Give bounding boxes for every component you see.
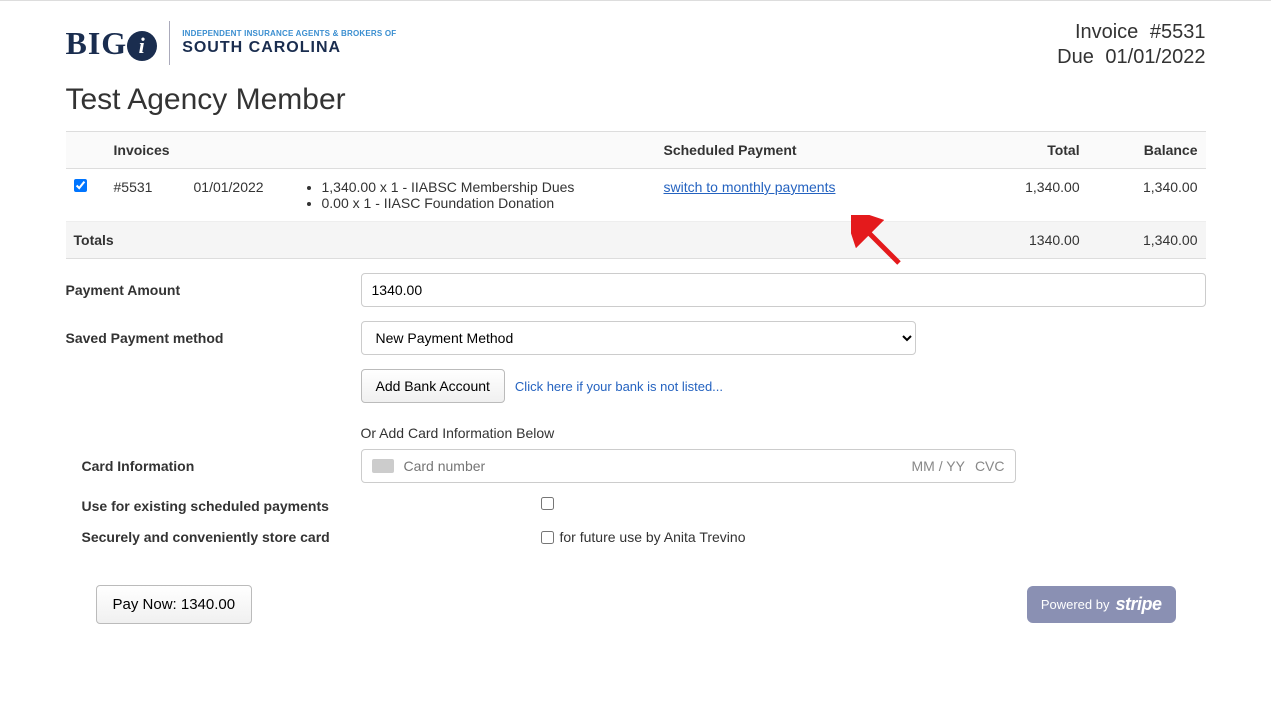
col-scheduled-payment: Scheduled Payment [656,132,970,169]
col-total: Total [970,132,1088,169]
bank-not-listed-link[interactable]: Click here if your bank is not listed... [515,379,723,394]
pay-now-button[interactable]: Pay Now: 1340.00 [96,585,253,624]
pay-now-prefix: Pay Now: [113,596,181,613]
saved-method-select[interactable]: New Payment Method [361,321,916,355]
logo-state: SOUTH CAROLINA [182,39,396,57]
invoice-id: #5531 [106,169,186,222]
logo-i-badge: i [127,31,157,61]
line-items: 1,340.00 x 1 - IIABSC Membership Dues 0.… [322,179,648,211]
logo: BIGi INDEPENDENT INSURANCE AGENTS & BROK… [66,21,397,65]
use-existing-label: Use for existing scheduled payments [66,498,361,514]
pay-now-amount: 1340.00 [181,596,235,613]
totals-balance: 1,340.00 [1088,222,1206,259]
card-icon [372,459,394,473]
table-row: #5531 01/01/2022 1,340.00 x 1 - IIABSC M… [66,169,1206,222]
use-existing-checkbox[interactable] [541,497,554,510]
card-input-strip[interactable]: MM / YY CVC [361,449,1016,483]
logo-big: BIGi [66,25,158,62]
due-date: 01/01/2022 [1105,46,1205,68]
switch-to-monthly-link[interactable]: switch to monthly payments [664,179,836,195]
line-item: 1,340.00 x 1 - IIABSC Membership Dues [322,179,648,195]
logo-subtitle: INDEPENDENT INSURANCE AGENTS & BROKERS O… [182,30,396,56]
invoice-date: 01/01/2022 [186,169,296,222]
card-info-label: Card Information [66,458,361,474]
totals-total: 1340.00 [970,222,1088,259]
invoice-number: #5531 [1150,21,1206,43]
card-cvc-hint[interactable]: CVC [975,458,1005,474]
col-balance: Balance [1088,132,1206,169]
col-invoices: Invoices [106,132,296,169]
store-card-checkbox[interactable] [541,531,554,544]
invoice-table: Invoices Scheduled Payment Total Balance… [66,131,1206,259]
due-label: Due [1057,46,1094,68]
row-total: 1,340.00 [970,169,1088,222]
card-number-input[interactable] [404,458,902,474]
page-title: Test Agency Member [66,83,1206,117]
invoice-label: Invoice [1075,21,1138,43]
line-item: 0.00 x 1 - IIASC Foundation Donation [322,195,648,211]
saved-method-label: Saved Payment method [66,330,361,346]
row-balance: 1,340.00 [1088,169,1206,222]
logo-big-text: BIG [66,25,128,61]
or-add-card-text: Or Add Card Information Below [361,425,1206,441]
totals-label: Totals [66,222,656,259]
add-bank-account-button[interactable]: Add Bank Account [361,369,505,403]
logo-separator [169,21,170,65]
stripe-prefix: Powered by [1041,597,1110,612]
payment-amount-input[interactable] [361,273,1206,307]
store-card-suffix: for future use by Anita Trevino [560,529,746,545]
store-card-label: Securely and conveniently store card [66,529,361,545]
card-expiry-hint[interactable]: MM / YY [912,458,965,474]
invoice-checkbox[interactable] [74,179,87,192]
stripe-badge: Powered by stripe [1027,586,1176,623]
invoice-meta: Invoice #5531 Due 01/01/2022 [1057,21,1205,71]
logo-tagline: INDEPENDENT INSURANCE AGENTS & BROKERS O… [182,30,396,39]
stripe-word: stripe [1115,594,1161,615]
payment-amount-label: Payment Amount [66,282,361,298]
